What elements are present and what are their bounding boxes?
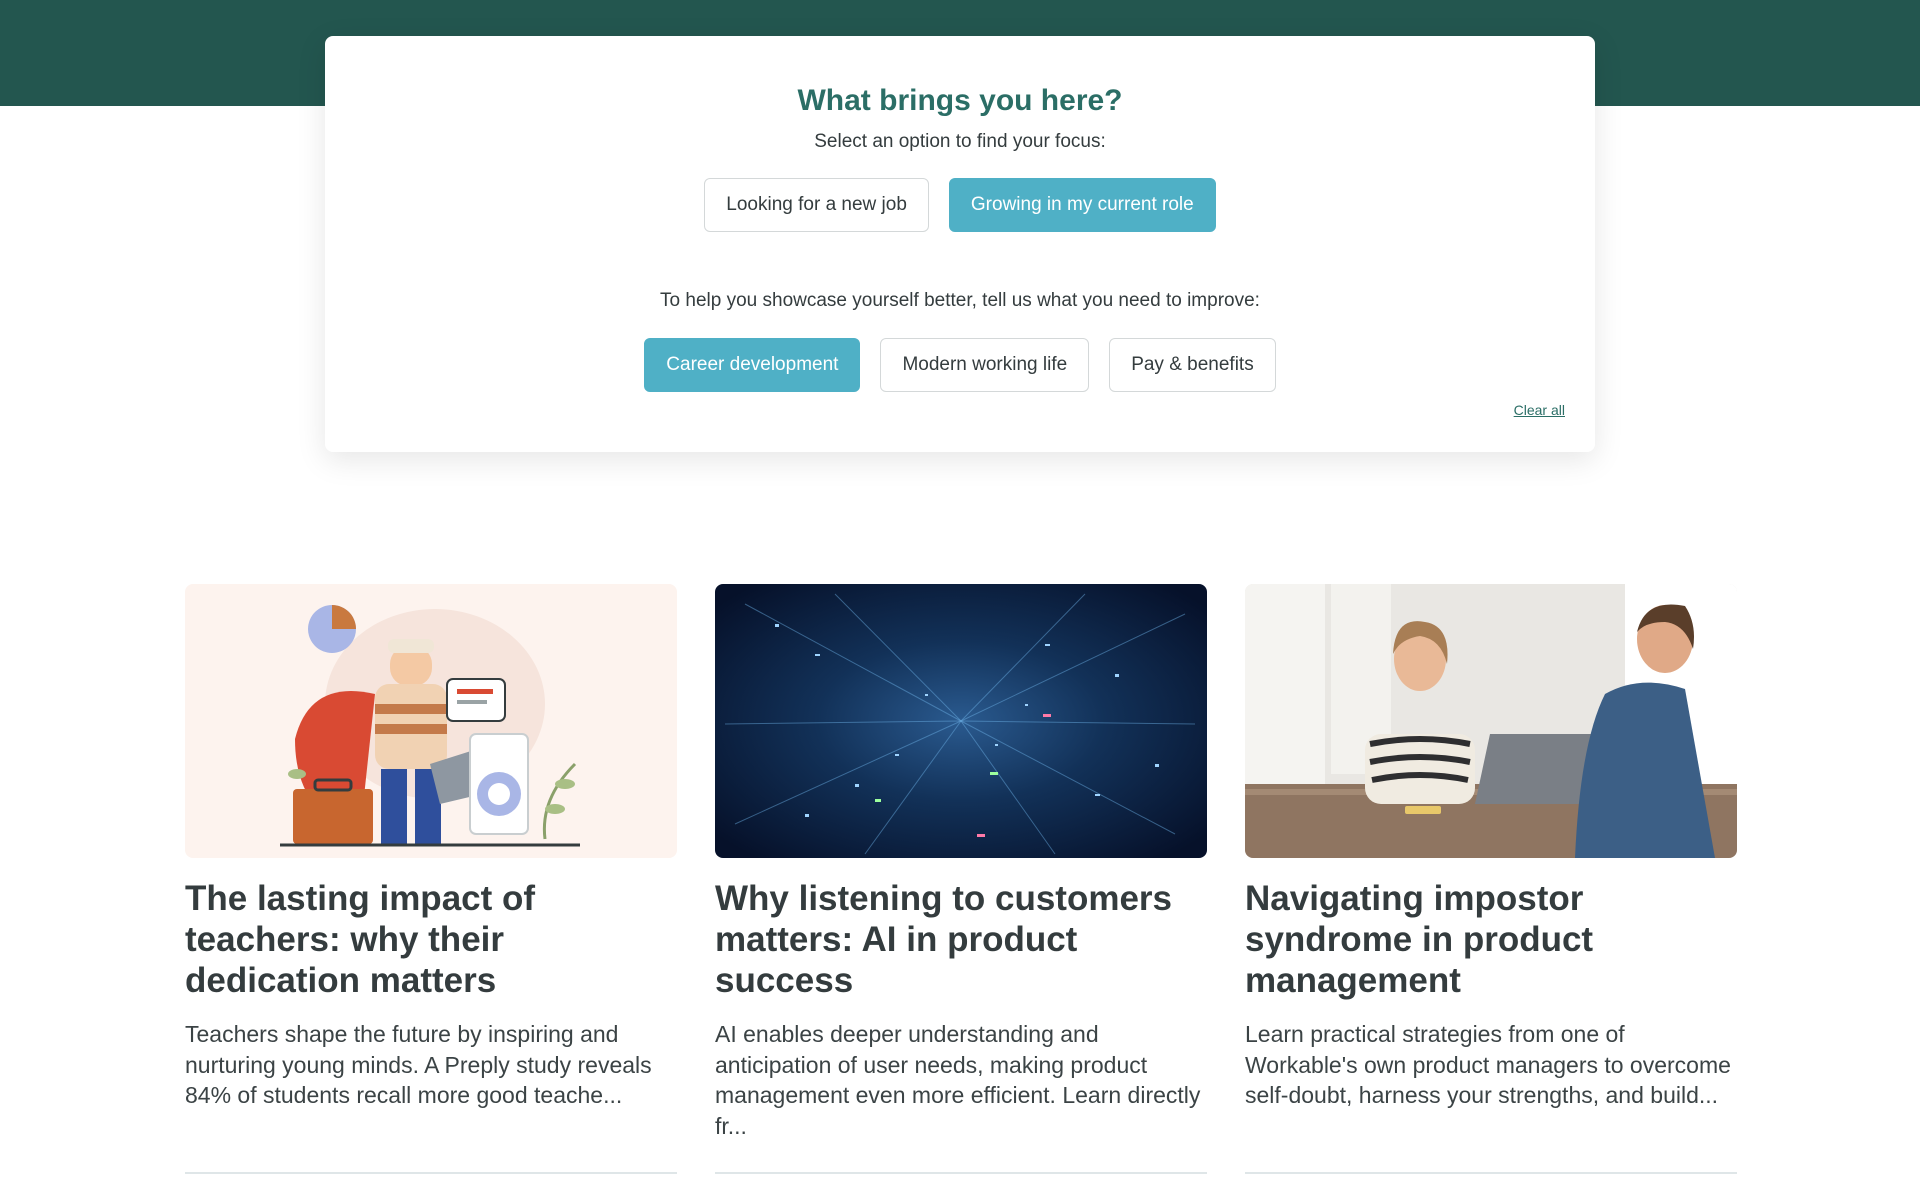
topic-pay-benefits-button[interactable]: Pay & benefits (1109, 338, 1276, 392)
meeting-photo (1245, 584, 1737, 858)
focus-subtitle: Select an option to find your focus: (814, 131, 1106, 152)
article-title[interactable]: Navigating impostor syndrome in product … (1245, 878, 1737, 1001)
article-title[interactable]: Why listening to customers matters: AI i… (715, 878, 1207, 1001)
improve-prompt: To help you showcase yourself better, te… (660, 290, 1260, 311)
article-card[interactable]: Navigating impostor syndrome in product … (1245, 584, 1737, 1141)
card-divider (185, 1172, 677, 1174)
topic-options: Career development Modern working life P… (325, 338, 1595, 392)
article-image-teacher[interactable] (185, 584, 677, 858)
teacher-illustration (185, 584, 677, 858)
data-tunnel-image (715, 584, 1207, 858)
article-card[interactable]: Why listening to customers matters: AI i… (715, 584, 1207, 1141)
option-new-job-button[interactable]: Looking for a new job (704, 178, 929, 232)
goal-options: Looking for a new job Growing in my curr… (325, 178, 1595, 232)
clear-all-link[interactable]: Clear all (1514, 402, 1565, 418)
topic-career-development-button[interactable]: Career development (644, 338, 861, 392)
article-card[interactable]: The lasting impact of teachers: why thei… (185, 584, 677, 1141)
card-divider (1245, 1172, 1737, 1174)
focus-selector-card: What brings you here? Select an option t… (325, 36, 1595, 452)
article-excerpt: Teachers shape the future by inspiring a… (185, 1021, 652, 1108)
article-image-meeting[interactable] (1245, 584, 1737, 858)
article-title[interactable]: The lasting impact of teachers: why thei… (185, 878, 677, 1001)
card-divider (715, 1172, 1207, 1174)
option-current-role-button[interactable]: Growing in my current role (948, 178, 1216, 232)
article-excerpt: Learn practical strategies from one of W… (1245, 1021, 1731, 1108)
focus-title: What brings you here? (797, 84, 1123, 117)
article-excerpt: AI enables deeper understanding and anti… (715, 1021, 1201, 1139)
article-grid: The lasting impact of teachers: why thei… (185, 584, 1737, 1141)
topic-modern-working-life-button[interactable]: Modern working life (880, 338, 1090, 392)
article-image-data-tunnel[interactable] (715, 584, 1207, 858)
